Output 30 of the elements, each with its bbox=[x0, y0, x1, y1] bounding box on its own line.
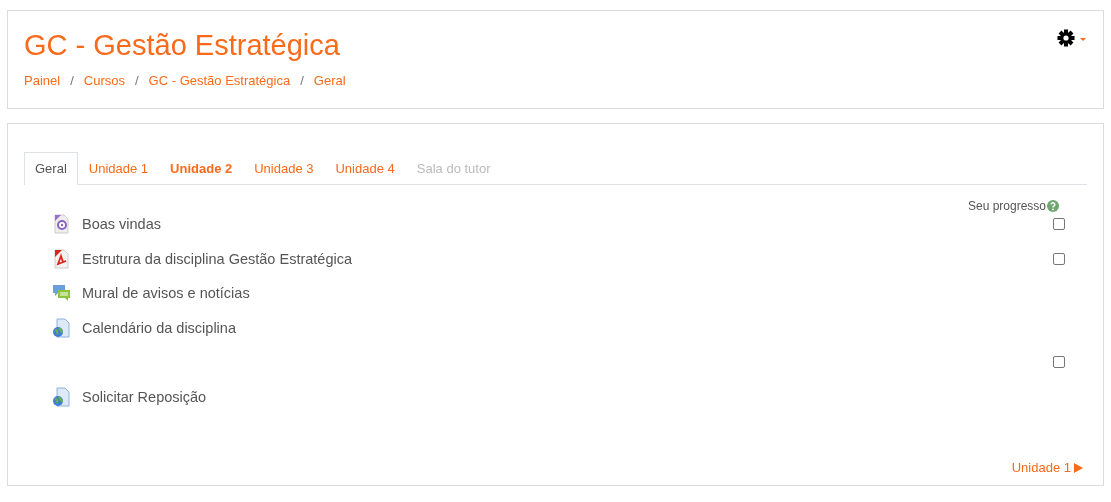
breadcrumb-link[interactable]: Geral bbox=[313, 73, 346, 88]
activity-link[interactable]: Calendário da disciplina bbox=[82, 319, 236, 336]
video-file-icon bbox=[52, 214, 72, 235]
section-tab[interactable]: Unidade 2 bbox=[159, 152, 244, 184]
breadcrumb-link[interactable]: Painel bbox=[24, 73, 61, 88]
globe-file-icon bbox=[52, 386, 72, 407]
next-section-link[interactable]: Unidade 1 bbox=[1011, 460, 1083, 475]
activity-link[interactable]: Estrutura da disciplina Gestão Estratégica bbox=[82, 250, 352, 267]
section-tab[interactable]: Unidade 4 bbox=[324, 152, 406, 184]
breadcrumb-link[interactable]: Cursos bbox=[83, 73, 125, 88]
breadcrumb-separator: / bbox=[134, 73, 139, 88]
section-tab[interactable]: Geral bbox=[24, 152, 78, 185]
help-icon[interactable] bbox=[1047, 200, 1059, 212]
completion-checkbox[interactable] bbox=[1053, 252, 1065, 265]
progress-label: Seu progresso bbox=[967, 199, 1046, 213]
section-tab[interactable]: Unidade 3 bbox=[243, 152, 325, 184]
activity-link[interactable]: Boas vindas bbox=[82, 216, 161, 233]
completion-checkbox[interactable] bbox=[1053, 218, 1065, 231]
activity-link[interactable]: Mural de avisos e notícias bbox=[82, 285, 250, 302]
course-title: GC - Gestão Estratégica bbox=[24, 28, 341, 63]
globe-file-icon bbox=[52, 317, 72, 338]
breadcrumb-separator: / bbox=[300, 73, 304, 88]
play-triangle-icon bbox=[1074, 462, 1083, 473]
settings-menu-button[interactable] bbox=[1057, 29, 1087, 49]
activity-link[interactable]: Solicitar Reposição bbox=[82, 388, 207, 405]
completion-checkbox[interactable] bbox=[1053, 356, 1065, 369]
breadcrumb-link[interactable]: GC - Gestão Estratégica bbox=[148, 73, 291, 88]
breadcrumb-separator: / bbox=[70, 73, 74, 88]
pdf-file-icon bbox=[52, 248, 72, 269]
section-tab[interactable]: Unidade 1 bbox=[77, 152, 160, 184]
